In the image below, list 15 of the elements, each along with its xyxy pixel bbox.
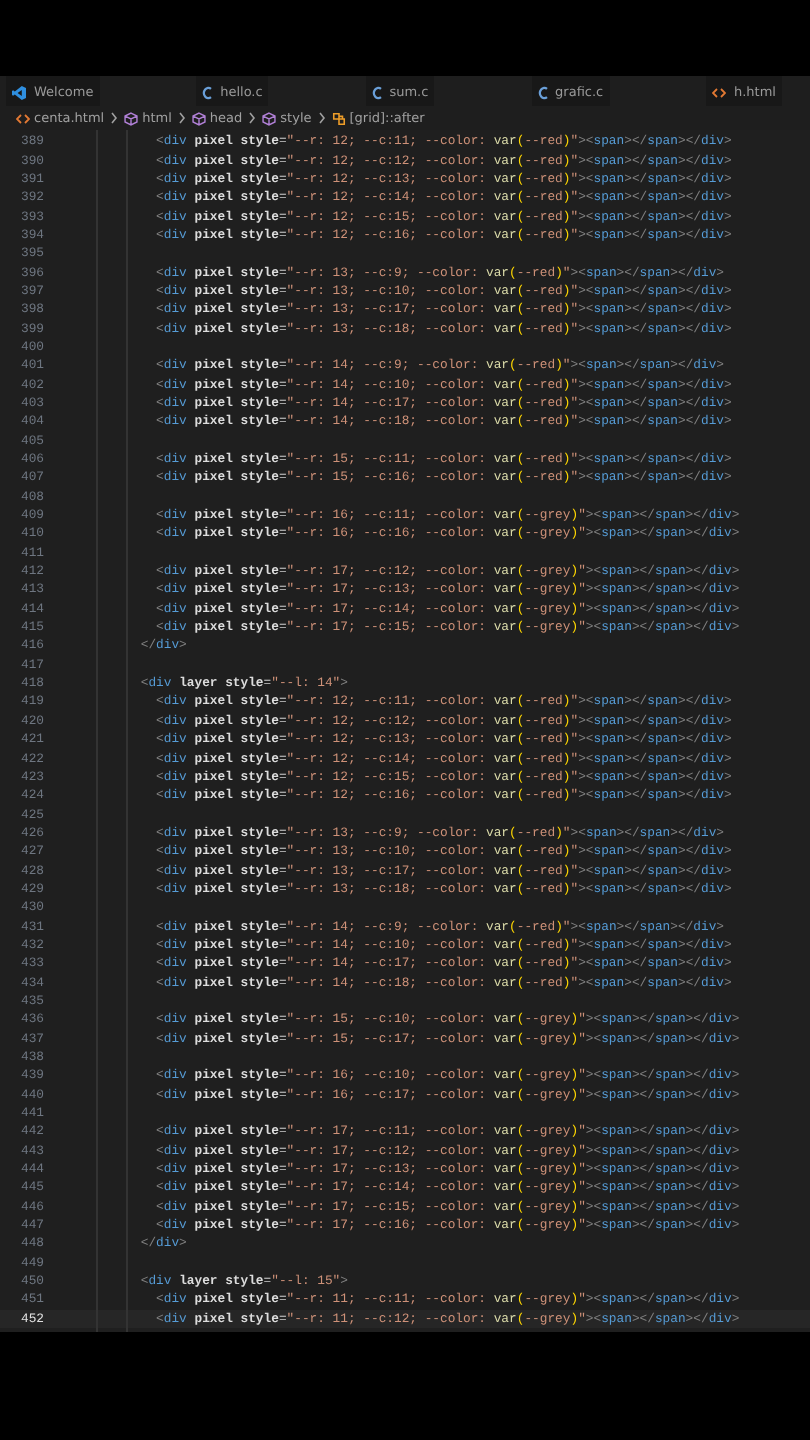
cube-icon bbox=[124, 111, 139, 125]
code-editor[interactable] bbox=[0, 130, 810, 1332]
code-brackets-icon bbox=[16, 113, 30, 123]
chevron-right-icon bbox=[317, 112, 326, 124]
chevron-right-icon bbox=[110, 112, 119, 124]
c-file-icon bbox=[537, 85, 548, 99]
vscode-logo-icon bbox=[12, 85, 26, 99]
code-brackets-icon bbox=[711, 87, 726, 97]
chevron-right-icon bbox=[248, 112, 257, 124]
c-file-icon bbox=[202, 85, 213, 99]
c-file-icon bbox=[371, 85, 382, 99]
symbol-icon bbox=[331, 111, 346, 125]
cube-icon bbox=[262, 111, 277, 125]
cube-icon bbox=[191, 111, 206, 125]
chevron-right-icon bbox=[177, 112, 186, 124]
